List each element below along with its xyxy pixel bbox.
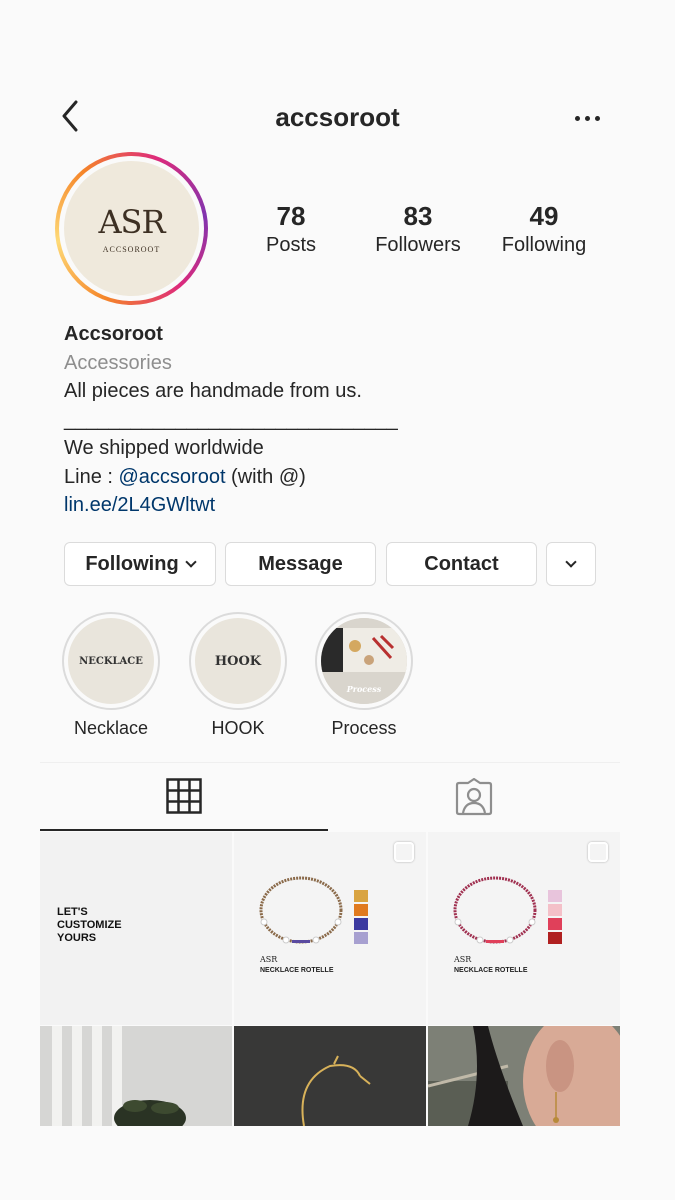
post-tile-plant-shadow[interactable] xyxy=(40,1026,232,1126)
tagged-person-icon xyxy=(455,778,493,816)
tab-tagged[interactable] xyxy=(328,763,620,831)
profile-name: Accsoroot xyxy=(64,323,163,345)
highlight-process-label: Process xyxy=(331,718,397,738)
highlight-hook[interactable]: HOOK HOOK xyxy=(188,612,288,739)
profile-category: Accessories xyxy=(64,351,172,374)
bio-line-suffix: (with @) xyxy=(225,465,306,488)
suggested-accounts-button[interactable] xyxy=(546,542,596,586)
avatar-logo: ASR xyxy=(98,203,165,241)
highlight-process-cover: Process xyxy=(321,618,407,704)
tab-posts-grid[interactable] xyxy=(40,763,328,831)
more-options-button[interactable] xyxy=(569,100,605,136)
chevron-down-icon xyxy=(565,555,577,568)
bio-mention-link[interactable]: @accsoroot xyxy=(118,466,225,488)
color-swatch xyxy=(548,890,562,902)
message-button[interactable]: Message xyxy=(225,542,376,586)
chevron-down-icon xyxy=(184,555,197,568)
stat-followers[interactable]: 83 Followers xyxy=(362,200,474,258)
highlight-process[interactable]: Process Process xyxy=(314,612,414,739)
post-tile-necklace-rotelle-2[interactable]: ASR NECKLACE ROTELLE xyxy=(428,832,620,1025)
post-tile-gold-chain[interactable] xyxy=(234,1026,426,1126)
bio-line-handmade: All pieces are handmade from us. xyxy=(64,380,362,402)
necklace-image xyxy=(259,876,343,944)
highlight-hook-cover: HOOK xyxy=(195,618,281,704)
following-button-label: Following xyxy=(85,552,179,575)
following-label: Following xyxy=(501,234,587,256)
profile-bio: Accsoroot Accessories All pieces are han… xyxy=(64,320,624,520)
contact-button[interactable]: Contact xyxy=(386,542,537,586)
color-swatch xyxy=(354,932,368,944)
color-swatch xyxy=(354,890,368,902)
highlight-process-cover-text: Process xyxy=(346,684,382,694)
bio-line-contact: Line : @accsoroot (with @) xyxy=(64,463,624,492)
stat-following[interactable]: 49 Following xyxy=(490,200,598,258)
followers-count: 83 xyxy=(403,201,433,231)
color-swatch xyxy=(548,904,562,916)
posts-label: Posts xyxy=(265,234,317,256)
highlight-necklace-cover: NECKLACE xyxy=(68,618,154,704)
highlight-necklace-label: Necklace xyxy=(73,718,149,738)
profile-avatar[interactable]: ASR ACCSOROOT xyxy=(55,152,208,305)
post-logo: ASR xyxy=(454,955,472,964)
followers-label: Followers xyxy=(375,234,461,256)
bio-website-link[interactable]: lin.ee/2L4GWltwt xyxy=(64,491,624,520)
post-title: NECKLACE ROTELLE xyxy=(260,967,334,974)
message-button-label: Message xyxy=(258,552,343,575)
top-bar: accsoroot xyxy=(0,90,675,146)
post-tile-earring-model[interactable] xyxy=(428,1026,620,1126)
more-horizontal-icon xyxy=(574,115,580,121)
post-customize-text: LET'S CUSTOMIZE YOURS xyxy=(57,906,122,944)
color-swatch xyxy=(354,918,368,930)
stat-posts[interactable]: 78 Posts xyxy=(250,200,332,258)
necklace-image xyxy=(453,876,537,944)
posts-grid: LET'S CUSTOMIZE YOURS ASR NECKLACE ROTEL… xyxy=(40,832,620,1126)
multiple-photos-icon xyxy=(394,842,414,862)
grid-icon xyxy=(166,778,202,814)
avatar-subtext: ACCSOROOT xyxy=(102,245,161,254)
multiple-photos-icon xyxy=(588,842,608,862)
post-tile-necklace-rotelle-1[interactable]: ASR NECKLACE ROTELLE xyxy=(234,832,426,1025)
post-tile-customize[interactable]: LET'S CUSTOMIZE YOURS xyxy=(40,832,232,1025)
color-swatch xyxy=(548,932,562,944)
highlight-necklace[interactable]: NECKLACE Necklace xyxy=(61,612,161,739)
color-swatch xyxy=(548,918,562,930)
following-count: 49 xyxy=(529,201,559,231)
bio-divider-line: ______________________________ xyxy=(64,408,398,431)
post-logo: ASR xyxy=(260,955,278,964)
contact-button-label: Contact xyxy=(424,552,499,575)
following-button[interactable]: Following xyxy=(64,542,216,586)
post-title: NECKLACE ROTELLE xyxy=(454,967,528,974)
color-swatch xyxy=(354,904,368,916)
highlight-hook-label: HOOK xyxy=(211,718,265,738)
bio-line-prefix: Line : xyxy=(64,465,119,488)
posts-count: 78 xyxy=(276,201,306,231)
bio-line-shipping: We shipped worldwide xyxy=(64,437,264,459)
